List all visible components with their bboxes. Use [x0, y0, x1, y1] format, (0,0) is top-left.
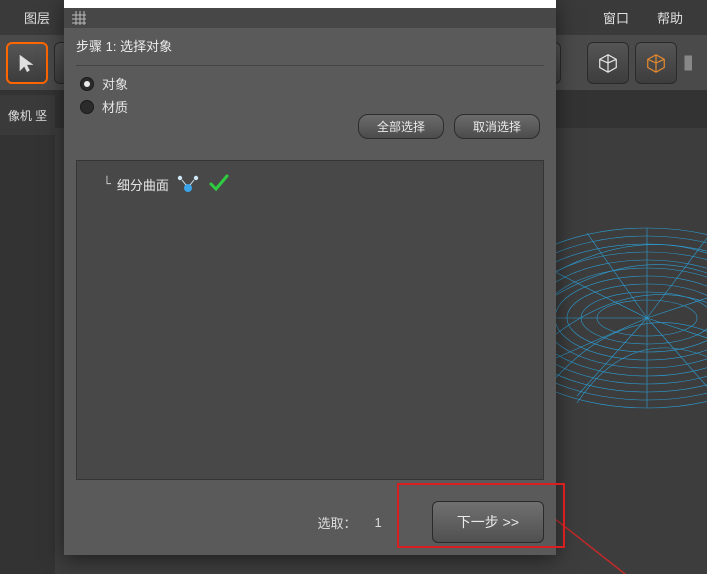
- radio-material-dot[interactable]: [80, 100, 94, 114]
- select-all-button[interactable]: 全部选择: [358, 114, 444, 139]
- step-title: 步骤 1: 选择对象: [76, 36, 544, 55]
- divider: [76, 65, 544, 66]
- tool-edge-icon[interactable]: [683, 42, 701, 84]
- tree-item-label: 细分曲面: [117, 175, 169, 194]
- selection-label: 选取：: [318, 513, 357, 532]
- cube-orange-tool-icon[interactable]: [635, 42, 677, 84]
- camera-label: 像机: [8, 107, 32, 124]
- deselect-button[interactable]: 取消选择: [454, 114, 540, 139]
- selection-count: 1: [375, 515, 382, 530]
- tree-item-subdivision[interactable]: └ 细分曲面: [87, 171, 533, 198]
- menu-help[interactable]: 帮助: [643, 8, 697, 27]
- menu-window[interactable]: 窗口: [589, 8, 643, 27]
- pin-label: 坚: [35, 107, 47, 124]
- subdivision-surface-icon: [175, 173, 201, 196]
- bake-dialog: 步骤 1: 选择对象 对象 材质 全部选择 取消选择 └ 细分曲面: [64, 0, 556, 555]
- dialog-titlebar[interactable]: [64, 0, 556, 8]
- radio-object-dot[interactable]: [80, 77, 94, 91]
- menu-layers[interactable]: 图层: [10, 8, 64, 27]
- tree-branch-icon: └: [103, 177, 111, 192]
- radio-object-row[interactable]: 对象: [76, 74, 544, 93]
- object-tree[interactable]: └ 细分曲面: [76, 160, 544, 480]
- next-button[interactable]: 下一步 >>: [432, 501, 544, 543]
- left-panel: 像机 坚: [0, 95, 55, 135]
- pointer-tool-icon[interactable]: [6, 42, 48, 84]
- dialog-toolbar: [64, 8, 556, 28]
- radio-material-label: 材质: [102, 97, 128, 116]
- cube-tool-icon[interactable]: [587, 42, 629, 84]
- grid-icon: [72, 11, 86, 25]
- radio-object-label: 对象: [102, 74, 128, 93]
- check-icon: [207, 171, 231, 198]
